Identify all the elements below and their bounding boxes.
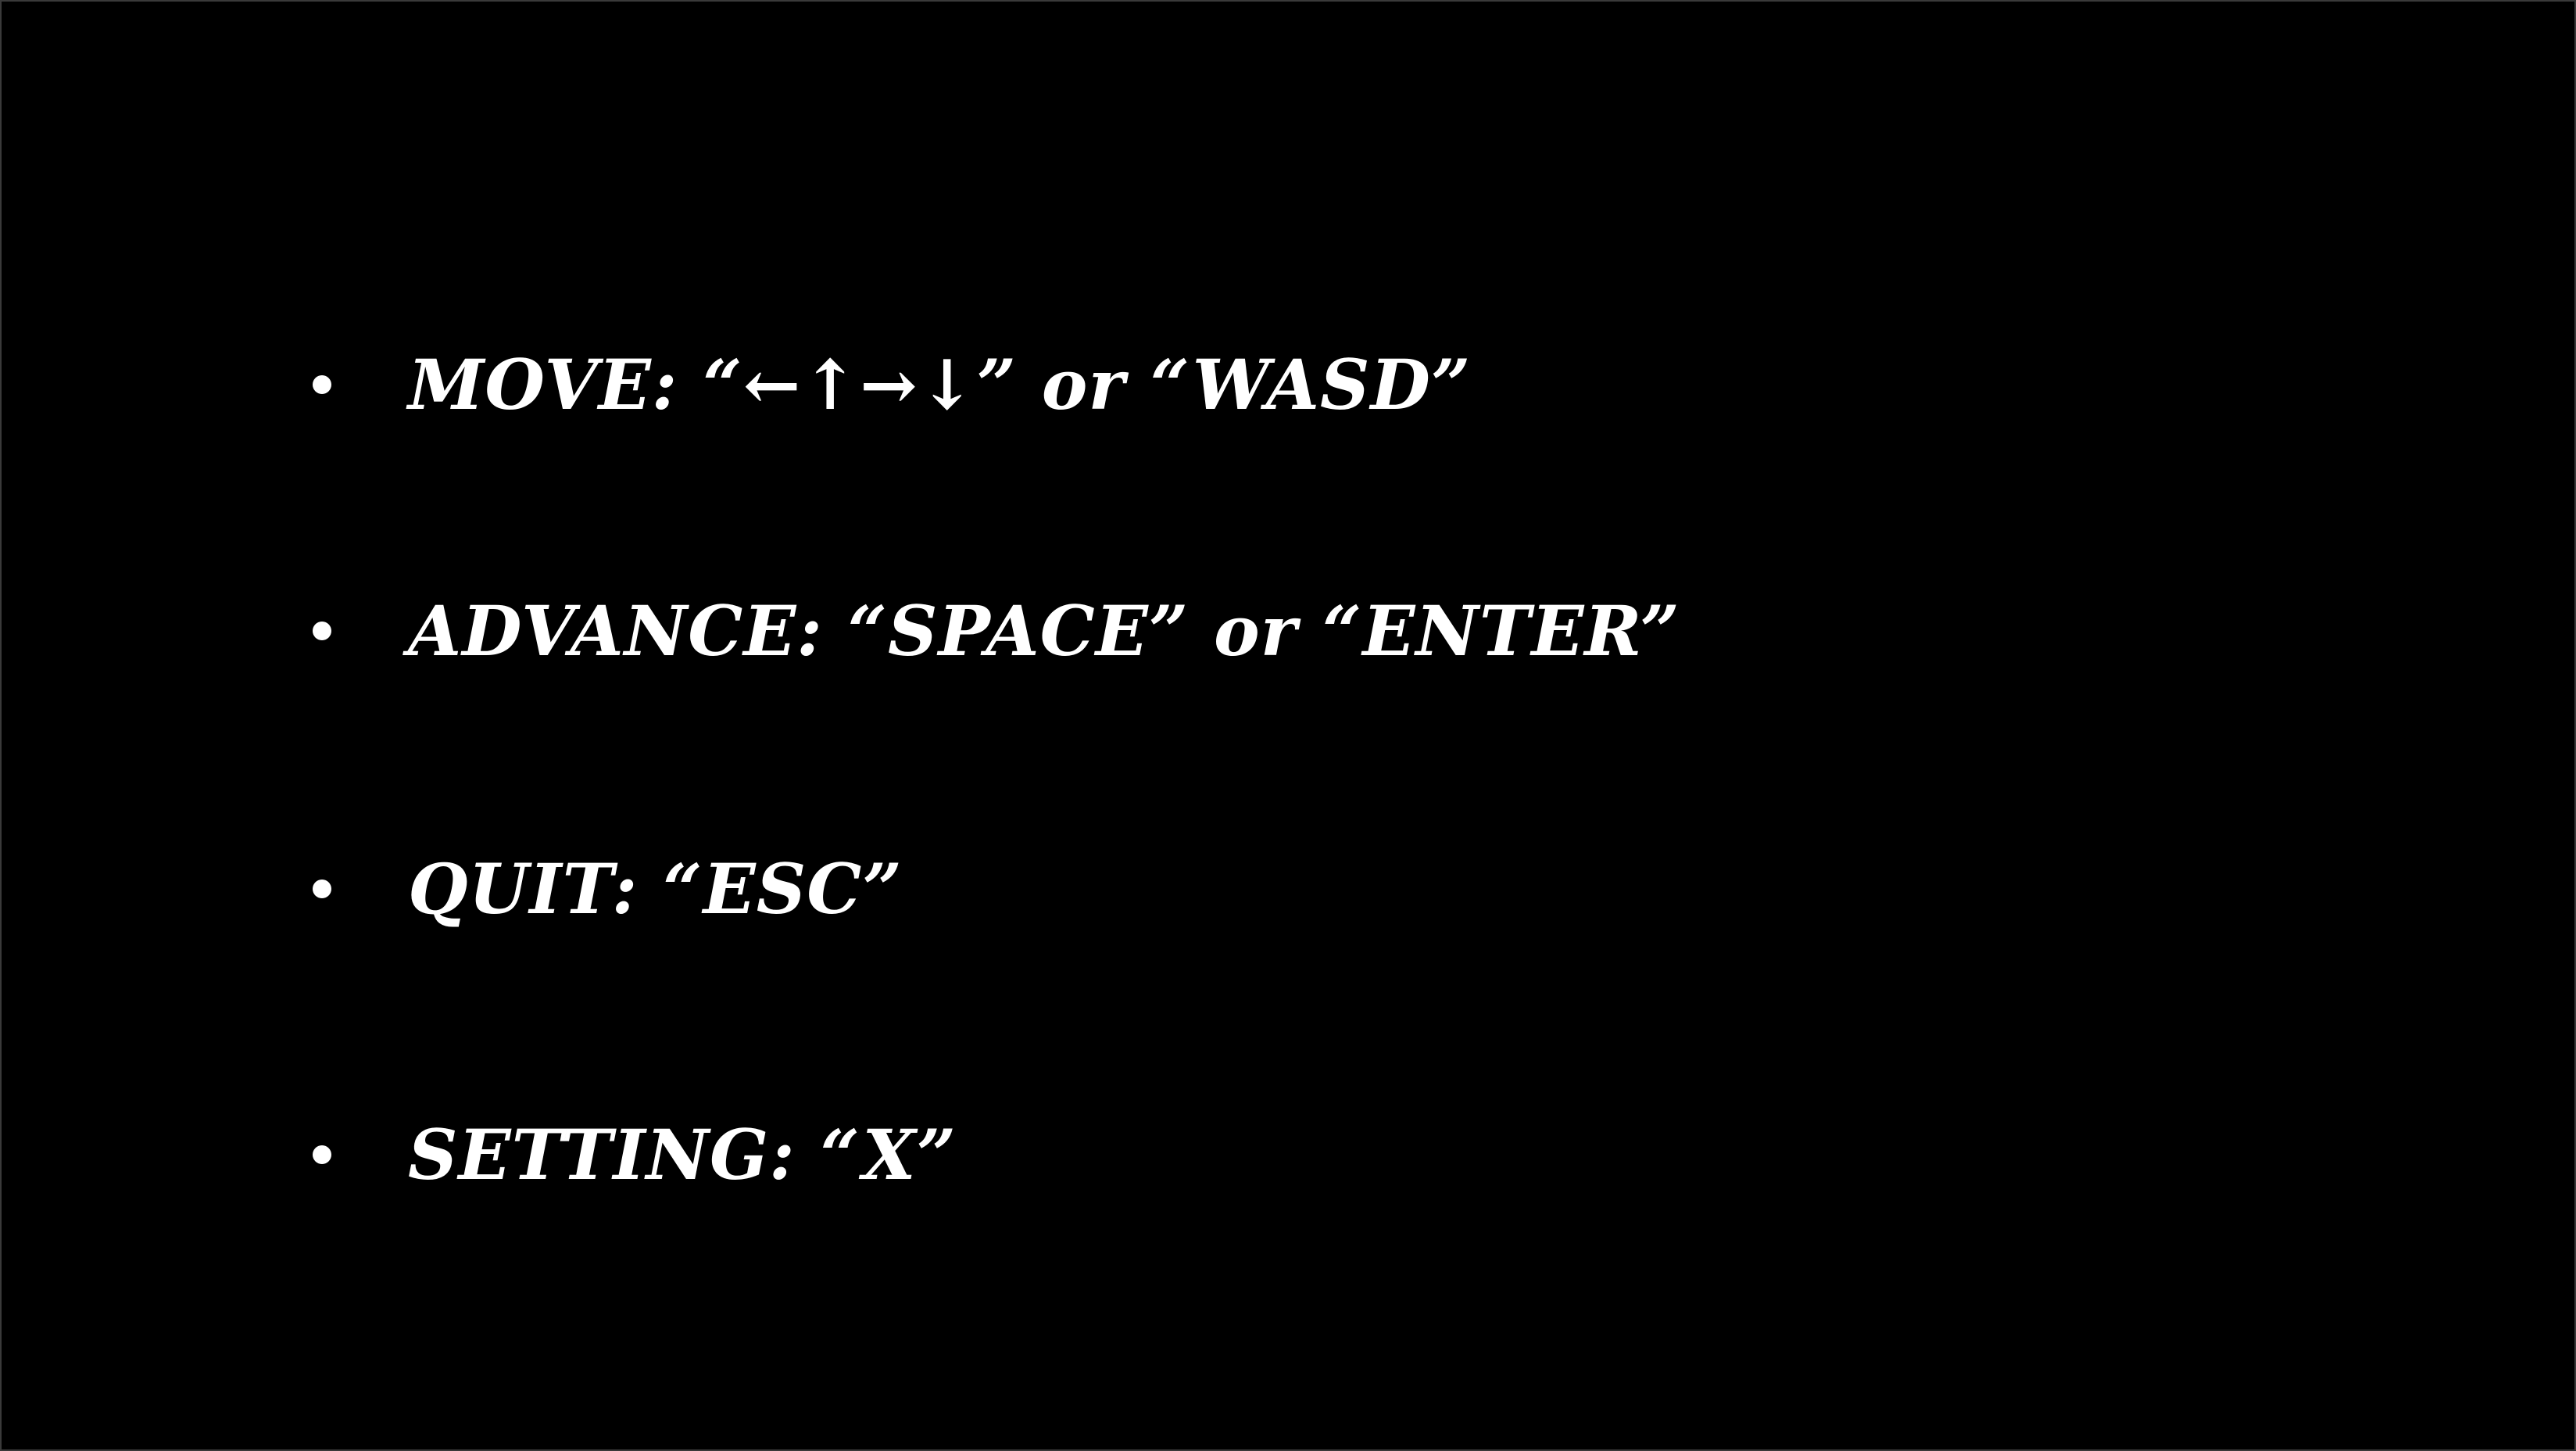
controls-list: MOVE: “←↑→↓” or “WASD” ADVANCE: “SPACE” …: [2, 2, 2574, 1449]
control-label-quit: QUIT: “ESC”: [408, 848, 903, 930]
controls-screen: MOVE: “←↑→↓” or “WASD” ADVANCE: “SPACE” …: [0, 0, 2576, 1451]
bullet-icon: [313, 880, 331, 898]
control-label-move: MOVE: “←↑→↓” or “WASD”: [408, 344, 1472, 425]
bullet-icon: [313, 375, 331, 394]
control-label-setting: SETTING: “X”: [408, 1114, 957, 1195]
control-label-advance: ADVANCE: “SPACE” or “ENTER”: [408, 590, 1681, 672]
bullet-icon: [313, 622, 331, 640]
bullet-icon: [313, 1145, 331, 1164]
